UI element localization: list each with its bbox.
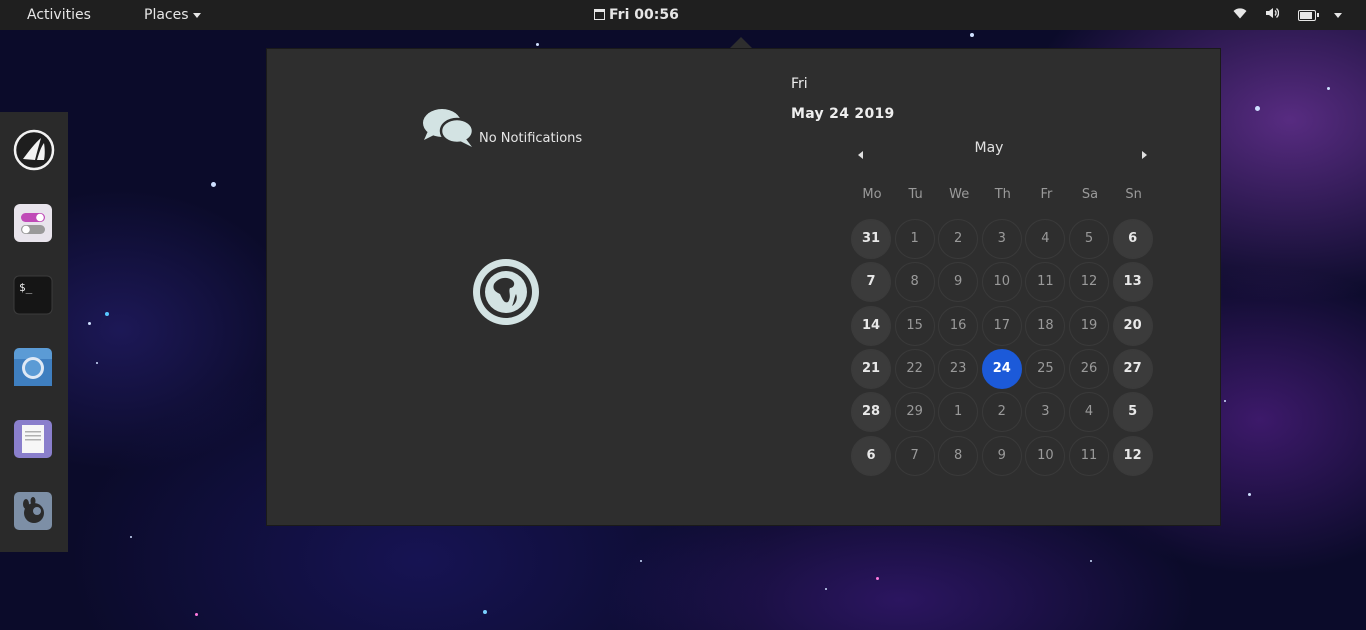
calendar-day[interactable]: 28	[851, 392, 891, 433]
dock-app-chromium[interactable]	[13, 347, 53, 387]
activities-button[interactable]: Activities	[27, 0, 91, 30]
gimp-icon	[14, 492, 52, 530]
calendar-day[interactable]: 19	[1069, 305, 1109, 346]
battery-icon	[1297, 9, 1319, 21]
calendar-day[interactable]: 23	[938, 348, 979, 389]
weekday-label: Sa	[1081, 187, 1099, 202]
previous-month-button[interactable]	[856, 146, 866, 159]
calendar-day[interactable]: 16	[938, 305, 979, 346]
weekday-label: Sn	[1125, 187, 1142, 202]
dock-app-tweaks[interactable]	[13, 203, 53, 243]
world-clocks-button[interactable]	[472, 258, 540, 326]
weekday-header: Mo Tu We Th Fr Sa Sn	[851, 187, 1157, 205]
calendar-day[interactable]: 7	[851, 262, 891, 303]
wifi-icon	[1233, 0, 1247, 30]
calendar-day[interactable]: 10	[981, 262, 1022, 303]
calendar-day[interactable]: 24	[981, 348, 1022, 389]
calendar-day[interactable]: 6	[851, 435, 891, 476]
calendar-day[interactable]: 17	[981, 305, 1022, 346]
toggle-switches-icon	[14, 204, 52, 242]
calendar-day[interactable]: 13	[1112, 262, 1153, 303]
svg-text:$_: $_	[19, 281, 33, 294]
chat-bubbles-icon	[423, 109, 475, 147]
clock-button[interactable]: Fri 00:56	[594, 0, 679, 30]
calendar-icon	[594, 9, 605, 20]
calendar-day[interactable]: 29	[894, 392, 935, 433]
world-clocks-icon	[473, 259, 539, 325]
calendar-day[interactable]: 1	[938, 392, 979, 433]
places-label: Places	[144, 7, 189, 23]
calendar-day[interactable]: 8	[894, 262, 935, 303]
calendar-day[interactable]: 5	[1069, 219, 1109, 259]
date-full[interactable]: May 24 2019	[791, 106, 895, 122]
calendar-day[interactable]: 26	[1069, 348, 1109, 389]
weekday-label: Th	[994, 187, 1011, 202]
date-menu-popup: No Notifications Fri May 24 2019 May Mo T…	[266, 48, 1221, 526]
chevron-left-icon	[858, 151, 863, 159]
weekday-label: We	[949, 187, 970, 202]
dock-app-text-editor[interactable]	[13, 419, 53, 459]
calendar-day[interactable]: 12	[1069, 262, 1109, 303]
clock-label: Fri 00:56	[609, 7, 679, 23]
weekday-label: Tu	[908, 187, 923, 202]
calendar-day[interactable]: 20	[1112, 305, 1153, 346]
date-day-name: Fri	[791, 76, 808, 92]
calendar-day[interactable]: 22	[894, 348, 935, 389]
calendar-day[interactable]: 25	[1025, 348, 1066, 389]
calendar-day[interactable]: 11	[1025, 262, 1066, 303]
calendar-day[interactable]: 15	[894, 305, 935, 346]
chromium-icon	[14, 348, 52, 386]
top-bar: Activities Places Fri 00:56	[0, 0, 1366, 30]
weekday-label: Fr	[1040, 187, 1053, 202]
calendar-day[interactable]: 2	[938, 219, 979, 259]
calendar-day[interactable]: 3	[1025, 392, 1066, 433]
calendar-day[interactable]: 27	[1112, 348, 1153, 389]
calendar-day[interactable]: 5	[1112, 392, 1153, 433]
weekday-label: Mo	[862, 187, 882, 202]
calendar-day[interactable]: 1	[894, 219, 935, 259]
calendar-day[interactable]: 31	[851, 219, 891, 259]
chevron-down-icon	[192, 12, 201, 18]
calendar-day[interactable]: 21	[851, 348, 891, 389]
dock-app-terminal[interactable]: $_	[13, 275, 53, 315]
calendar-day[interactable]: 3	[981, 219, 1022, 259]
calendar-day[interactable]: 14	[851, 305, 891, 346]
calendar-day[interactable]: 7	[894, 435, 935, 476]
places-menu[interactable]: Places	[144, 0, 201, 30]
dock: $_	[0, 112, 68, 552]
document-icon	[14, 420, 52, 458]
calendar-day[interactable]: 4	[1025, 219, 1066, 259]
system-tray[interactable]	[1233, 0, 1366, 30]
calendar-day[interactable]: 9	[981, 435, 1022, 476]
popup-arrow	[730, 37, 752, 48]
calendar-day[interactable]: 10	[1025, 435, 1066, 476]
dock-app-gimp[interactable]	[13, 491, 53, 531]
system-menu-caret-icon	[1334, 12, 1342, 18]
calendar-day[interactable]: 8	[938, 435, 979, 476]
calendar-day[interactable]: 6	[1112, 219, 1153, 259]
calendar-day[interactable]: 12	[1112, 435, 1153, 476]
terminal-icon: $_	[13, 275, 53, 315]
chevron-right-icon	[1142, 151, 1147, 159]
sail-logo-icon	[13, 129, 55, 171]
volume-icon	[1265, 0, 1280, 30]
dock-app-launcher[interactable]	[13, 129, 55, 171]
calendar-day[interactable]: 2	[981, 392, 1022, 433]
next-month-button[interactable]	[1139, 146, 1149, 159]
calendar-day[interactable]: 9	[938, 262, 979, 303]
no-notifications-label: No Notifications	[479, 131, 583, 146]
calendar-day[interactable]: 4	[1069, 392, 1109, 433]
calendar-day[interactable]: 11	[1069, 435, 1109, 476]
calendar-day[interactable]: 18	[1025, 305, 1066, 346]
month-label: May	[974, 140, 1004, 156]
